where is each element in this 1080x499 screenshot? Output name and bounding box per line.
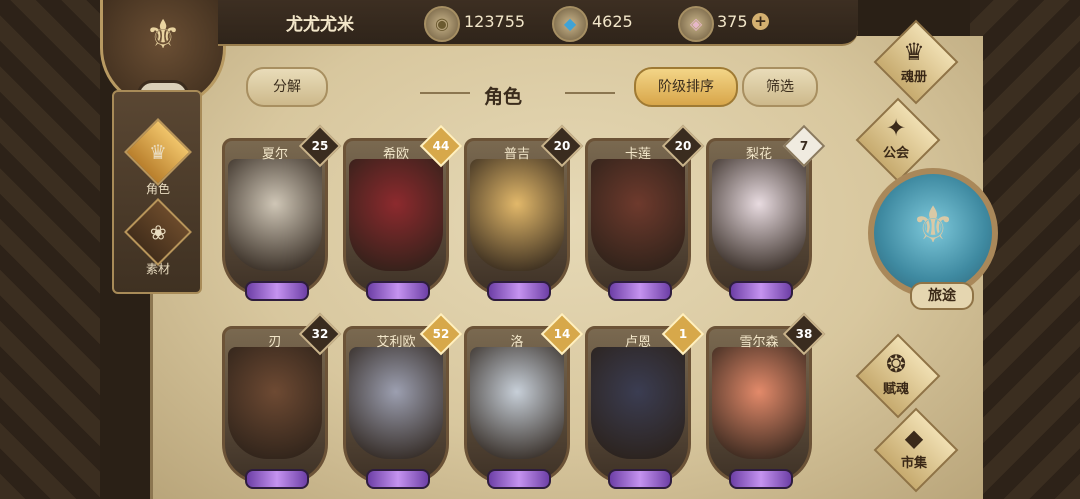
character-portrait	[591, 347, 685, 459]
character-level-value: 7	[799, 139, 809, 153]
rarity-crystal-icon	[245, 281, 309, 301]
nav-journey-label: 旅途	[910, 282, 974, 310]
player-name[interactable]: 尤尤尤米	[286, 10, 354, 35]
blue-crystal-icon: ◆	[552, 6, 588, 42]
nav-endow-soul[interactable]: ❂ 赋魂	[850, 333, 941, 419]
pink-gem-icon: ◈	[678, 6, 714, 42]
character-portrait	[712, 159, 806, 271]
nav-journey[interactable]: ⚜ 旅途	[868, 168, 998, 310]
character-level-value: 52	[432, 327, 450, 341]
guild-icon: ✦	[885, 114, 907, 142]
nav-endow-soul-label: 赋魂	[882, 382, 909, 397]
rarity-crystal-icon	[729, 281, 793, 301]
gold-amount: 123755	[464, 12, 526, 31]
tab-materials[interactable]: ❀ 素材	[124, 198, 192, 277]
character-level-value: 14	[553, 327, 571, 341]
character-card[interactable]: 卢恩 1	[585, 312, 705, 489]
rarity-crystal-icon	[608, 281, 672, 301]
rarity-crystal-icon	[487, 469, 551, 489]
character-level-value: 20	[553, 139, 571, 153]
nav-market[interactable]: ◆ 市集	[868, 407, 959, 493]
sort-by-tier-button[interactable]: 阶级排序	[634, 67, 738, 107]
rarity-crystal-icon	[366, 469, 430, 489]
character-level-value: 20	[674, 139, 692, 153]
character-portrait	[591, 159, 685, 271]
gem-market-icon: ◆	[904, 424, 924, 452]
rarity-crystal-icon	[608, 469, 672, 489]
gem-amount: 375	[717, 12, 748, 31]
page-title: 角色	[484, 86, 523, 108]
title-flourish-right	[565, 92, 615, 94]
character-level-value: 25	[311, 139, 329, 153]
nav-guild[interactable]: ✦ 公会	[850, 97, 941, 183]
character-portrait	[349, 159, 443, 271]
rarity-crystal-icon	[487, 281, 551, 301]
character-level-value: 32	[311, 327, 329, 341]
character-card[interactable]: 洛 14	[464, 312, 584, 489]
guild-crest-icon: ⚜	[145, 12, 181, 58]
spiral-icon: ❂	[885, 350, 907, 378]
character-card[interactable]: 雪尔森 38	[706, 312, 826, 489]
character-portrait	[712, 347, 806, 459]
material-tab-icon: ❀	[124, 198, 192, 266]
character-card[interactable]: 夏尔 25	[222, 124, 342, 301]
character-card[interactable]: 希欧 44	[343, 124, 463, 301]
nav-soul-book-label: 魂册	[900, 70, 927, 85]
character-portrait	[228, 159, 322, 271]
soul-book-icon: ♛	[903, 38, 925, 66]
character-level-value: 44	[432, 139, 450, 153]
tab-characters[interactable]: ♛ 角色	[124, 118, 192, 197]
left-border-pattern	[0, 0, 100, 499]
character-card[interactable]: 艾利欧 52	[343, 312, 463, 489]
character-portrait	[470, 159, 564, 271]
rarity-crystal-icon	[366, 281, 430, 301]
character-level-value: 38	[795, 327, 813, 341]
nav-guild-label: 公会	[882, 146, 909, 161]
character-portrait	[349, 347, 443, 459]
character-portrait	[228, 347, 322, 459]
rarity-crystal-icon	[729, 469, 793, 489]
nav-market-label: 市集	[900, 456, 927, 471]
character-card[interactable]: 刃 32	[222, 312, 342, 489]
title-flourish-left	[420, 92, 470, 94]
add-gem-button[interactable]: +	[752, 13, 769, 30]
character-card[interactable]: 卡莲 20	[585, 124, 705, 301]
decompose-button[interactable]: 分解	[246, 67, 328, 107]
character-card[interactable]: 普吉 20	[464, 124, 584, 301]
rarity-crystal-icon	[245, 469, 309, 489]
gold-coin-icon: ◉	[424, 6, 460, 42]
journey-crest-icon: ⚜	[910, 196, 956, 254]
filter-button[interactable]: 筛选	[742, 67, 818, 107]
crystal-amount: 4625	[592, 12, 633, 31]
top-resource-bar: 尤尤尤米 ◉ 123755 ◆ 4625 ◈ 375 +	[218, 0, 858, 46]
character-portrait	[470, 347, 564, 459]
character-tab-icon: ♛	[124, 118, 192, 186]
character-card[interactable]: 梨花 7	[706, 124, 826, 301]
character-level-value: 1	[678, 327, 688, 341]
nav-soul-book[interactable]: ♛ 魂册	[868, 19, 959, 105]
